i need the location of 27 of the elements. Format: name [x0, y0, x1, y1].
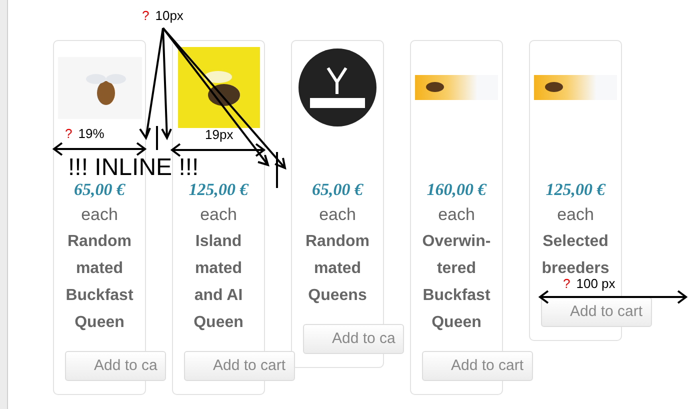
unit-label: each: [319, 204, 356, 226]
annotation-label: 19px: [205, 127, 234, 143]
price: 65,00 €: [312, 179, 363, 201]
marker-line: [156, 126, 158, 150]
product-name: Random mated Queens: [304, 232, 370, 306]
marker-line: [276, 152, 278, 188]
annotation-label: ? 10px: [142, 8, 184, 24]
unit-label: each: [438, 204, 475, 226]
price: 65,00 €: [74, 179, 125, 201]
product-name: Random mated Buckfast Queen: [64, 232, 134, 333]
price: 160,00 €: [426, 179, 486, 201]
price: 125,00 €: [546, 179, 606, 201]
annotation-headline: !!! INLINE !!!: [68, 157, 199, 179]
price: 125,00 €: [188, 179, 248, 201]
add-to-cart-button[interactable]: Add to cart: [184, 351, 295, 381]
product-name: Overwin-tered Buckfast Queen: [421, 232, 492, 333]
unit-label: each: [81, 204, 118, 226]
annotation-label: ? 19%: [65, 126, 104, 142]
add-to-cart-button[interactable]: Add to cart: [541, 297, 652, 327]
add-to-cart-button[interactable]: Add to ca: [65, 351, 166, 381]
unit-label: each: [557, 204, 594, 226]
add-to-cart-button[interactable]: Add to cart: [422, 351, 533, 381]
add-to-cart-button[interactable]: Add to ca: [303, 324, 404, 354]
unit-label: each: [200, 204, 237, 226]
product-name: Selected breeders: [540, 232, 610, 278]
annotation-label: ? 100 px: [563, 276, 616, 292]
product-name: Island mated and AI Queen: [192, 232, 244, 333]
